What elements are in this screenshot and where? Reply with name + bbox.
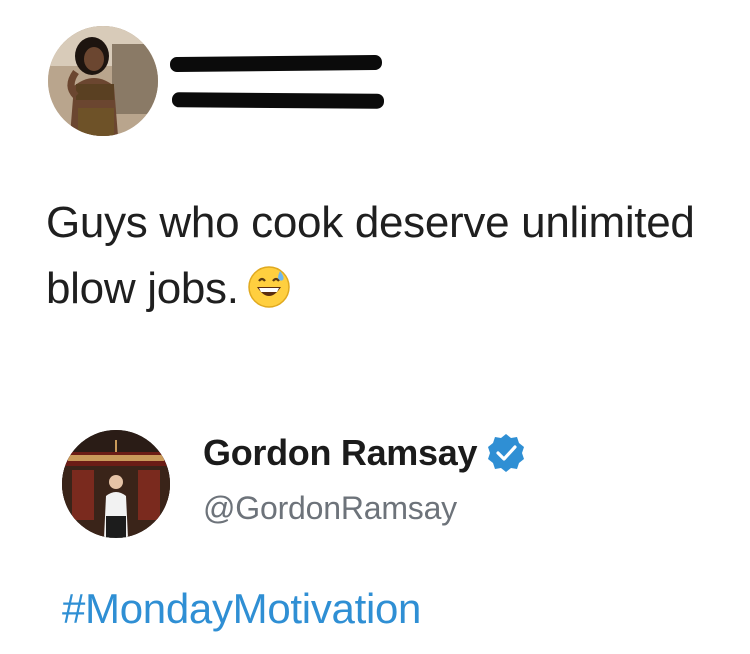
display-name[interactable]: Gordon Ramsay: [203, 432, 477, 474]
tweet1-text-line1: Guys who cook deserve unlimited: [46, 198, 695, 247]
redacted-handle: [171, 92, 385, 109]
tweet1-avatar-image: [48, 26, 158, 136]
tweet1-avatar[interactable]: [48, 26, 158, 136]
redacted-display-name: [169, 54, 383, 73]
verified-badge-icon: [488, 434, 525, 472]
tweet1-text-line2: blow jobs.: [46, 256, 726, 322]
grinning-face-with-sweat-emoji: [247, 266, 290, 308]
tweet1-text-line2-text: blow jobs.: [46, 264, 239, 313]
user-handle[interactable]: @GordonRamsay: [203, 490, 457, 527]
tweet2-avatar[interactable]: [62, 430, 170, 538]
tweet2-name-row: Gordon Ramsay: [203, 432, 527, 474]
hashtag-link[interactable]: #MondayMotivation: [62, 585, 421, 633]
gordon-ramsay-avatar-image: [62, 430, 170, 538]
tweet1-text: Guys who cook deserve unlimited blow job…: [46, 190, 726, 322]
